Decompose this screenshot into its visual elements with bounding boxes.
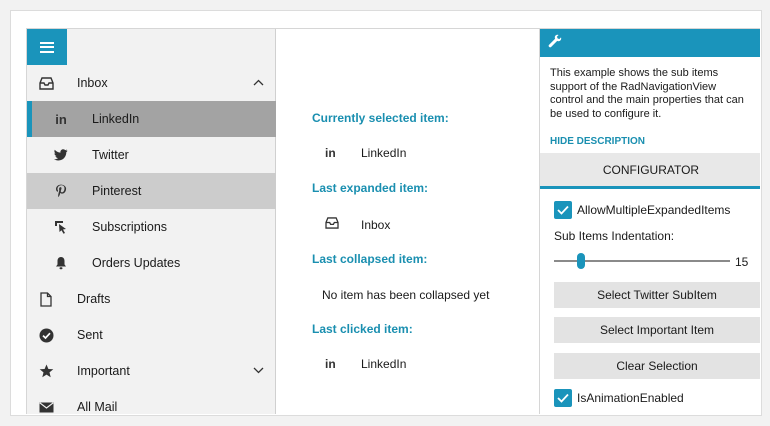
clear-selection-button[interactable]: Clear Selection: [554, 353, 760, 379]
description-text: This example shows the sub items support…: [550, 67, 744, 120]
hide-description-link[interactable]: HIDE DESCRIPTION: [550, 136, 645, 147]
checkbox-label: IsAnimationEnabled: [577, 391, 684, 405]
wrench-icon[interactable]: [548, 34, 562, 53]
nav-item-label: Pinterest: [92, 184, 142, 198]
check-circle-icon: [37, 326, 55, 344]
mail-icon: [37, 398, 55, 414]
app-area: Inbox in LinkedIn Twitter Pinterest Subs…: [26, 28, 760, 414]
slider-thumb[interactable]: [577, 253, 585, 269]
nav-item-inbox[interactable]: Inbox: [27, 65, 276, 101]
nav-item-label: Drafts: [77, 292, 111, 306]
navigation-pane: Inbox in LinkedIn Twitter Pinterest Subs…: [27, 29, 276, 414]
configurator-panel: This example shows the sub items support…: [539, 29, 760, 414]
nav-item-label: Orders Updates: [92, 256, 181, 270]
nav-item-pinterest[interactable]: Pinterest: [27, 173, 276, 209]
expanded-item-value: Inbox: [325, 217, 390, 232]
checkmark-icon: [554, 389, 572, 407]
nav-item-label: Subscriptions: [92, 220, 168, 234]
checkbox-label: AllowMultipleExpandedItems: [577, 203, 731, 217]
select-twitter-subitem-button[interactable]: Select Twitter SubItem: [554, 282, 760, 308]
inbox-icon: [37, 74, 55, 92]
nav-item-label: Inbox: [77, 76, 108, 90]
nav-item-label: Twitter: [92, 148, 129, 162]
is-animation-enabled-checkbox[interactable]: IsAnimationEnabled: [554, 389, 684, 407]
configurator-header: [540, 29, 760, 57]
nav-item-label: LinkedIn: [92, 112, 140, 126]
configurator-title-bar: CONFIGURATOR: [540, 153, 760, 189]
allow-multiple-expanded-checkbox[interactable]: AllowMultipleExpandedItems: [554, 201, 730, 219]
nav-item-orders-updates[interactable]: Orders Updates: [27, 245, 276, 281]
indentation-slider[interactable]: [554, 253, 730, 269]
linkedin-icon: in: [325, 146, 336, 160]
indentation-value: 15: [735, 255, 749, 269]
nav-item-label: Important: [77, 364, 130, 378]
document-icon: [37, 290, 55, 308]
nav-item-subscriptions[interactable]: Subscriptions: [27, 209, 276, 245]
inbox-icon: [325, 217, 339, 232]
nav-item-label: Sent: [77, 328, 103, 342]
twitter-icon: [52, 146, 70, 164]
main-content: Currently selected item: in LinkedIn Las…: [277, 29, 539, 414]
hamburger-icon: [40, 41, 54, 53]
cursor-icon: [52, 218, 70, 236]
linkedin-icon: in: [55, 111, 67, 127]
hamburger-button[interactable]: [27, 29, 67, 65]
linkedin-icon: in: [325, 357, 336, 371]
nav-item-label: All Mail: [77, 400, 118, 414]
nav-item-all-mail[interactable]: All Mail: [27, 389, 276, 414]
expanded-item-title: Last expanded item:: [312, 181, 429, 195]
expanded-item-text: Inbox: [361, 217, 391, 232]
collapsed-item-title: Last collapsed item:: [312, 252, 428, 266]
selected-item-title: Currently selected item:: [312, 111, 449, 125]
pinterest-icon: [52, 182, 70, 200]
clicked-item-title: Last clicked item:: [312, 322, 413, 336]
bell-icon: [52, 254, 70, 272]
checkmark-icon: [554, 201, 572, 219]
clicked-item-text: LinkedIn: [361, 357, 407, 371]
chevron-up-icon[interactable]: [253, 77, 264, 89]
nav-item-important[interactable]: Important: [27, 353, 276, 389]
star-icon: [37, 362, 55, 380]
nav-item-drafts[interactable]: Drafts: [27, 281, 276, 317]
select-important-item-button[interactable]: Select Important Item: [554, 317, 760, 343]
nav-item-twitter[interactable]: Twitter: [27, 137, 276, 173]
sub-items-indentation-label: Sub Items Indentation:: [554, 229, 675, 243]
nav-item-sent[interactable]: Sent: [27, 317, 276, 353]
chevron-down-icon[interactable]: [253, 365, 264, 377]
clicked-item-value: in LinkedIn: [325, 357, 406, 371]
selected-item-value: in LinkedIn: [325, 146, 406, 160]
selected-item-text: LinkedIn: [361, 146, 407, 160]
collapsed-item-value: No item has been collapsed yet: [322, 288, 490, 302]
nav-item-linkedin[interactable]: in LinkedIn: [27, 101, 276, 137]
